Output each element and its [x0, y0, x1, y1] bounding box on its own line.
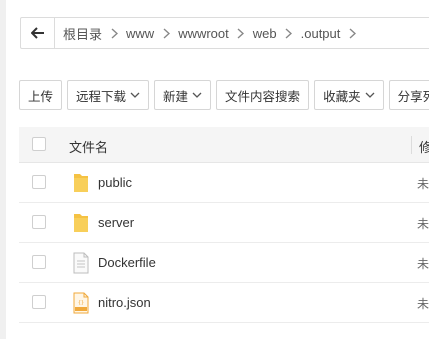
svg-text:{}: {}	[78, 300, 84, 306]
folder-icon	[74, 214, 88, 232]
breadcrumb-item-output[interactable]: .output	[301, 26, 341, 41]
breadcrumb-item-www[interactable]: www	[126, 26, 154, 41]
share-list-button[interactable]: 分享列	[388, 80, 429, 110]
breadcrumb-item-wwwroot[interactable]: wwwroot	[178, 26, 229, 41]
upload-button[interactable]: 上传	[19, 80, 63, 110]
chevron-right-icon	[277, 27, 301, 39]
file-icon	[73, 252, 89, 274]
breadcrumb-item-root[interactable]: 根目录	[63, 24, 102, 43]
favorites-button[interactable]: 收藏夹	[314, 80, 384, 110]
row-checkbox[interactable]	[32, 215, 46, 229]
column-divider	[411, 136, 412, 154]
breadcrumb: 根目录 www wwwroot web .output	[20, 17, 429, 49]
cell-cut: 未	[417, 217, 429, 231]
table-row[interactable]: public 未	[19, 163, 429, 203]
chevron-down-icon	[192, 92, 202, 98]
back-button[interactable]	[21, 18, 55, 48]
share-list-label: 分享列	[397, 89, 429, 104]
chevron-right-icon	[229, 27, 253, 39]
column-header-next[interactable]: 修	[419, 137, 429, 156]
content-search-button[interactable]: 文件内容搜索	[216, 80, 310, 110]
upload-button-label: 上传	[28, 89, 54, 104]
folder-icon	[74, 174, 88, 192]
arrow-left-icon	[30, 27, 44, 39]
cell-cut: 未	[417, 177, 429, 191]
json-file-icon: {}	[73, 292, 89, 314]
chevron-down-icon	[365, 92, 375, 98]
new-button-label: 新建	[163, 89, 189, 104]
table-header: 文件名 修	[19, 127, 429, 163]
table-row[interactable]: server 未	[19, 203, 429, 243]
chevron-down-icon	[130, 92, 140, 98]
chevron-right-icon	[154, 27, 178, 39]
file-name[interactable]: Dockerfile	[98, 255, 156, 270]
row-checkbox[interactable]	[32, 295, 46, 309]
chevron-right-icon	[102, 27, 126, 39]
new-button[interactable]: 新建	[154, 80, 212, 110]
row-checkbox[interactable]	[32, 255, 46, 269]
breadcrumb-item-web[interactable]: web	[253, 26, 277, 41]
cell-cut: 未	[417, 257, 429, 271]
table-row[interactable]: Dockerfile 未	[19, 243, 429, 283]
column-header-filename[interactable]: 文件名	[69, 137, 108, 156]
table-row[interactable]: {} nitro.json 未	[19, 283, 429, 323]
content-search-label: 文件内容搜索	[225, 89, 301, 104]
file-name[interactable]: server	[98, 215, 134, 230]
row-checkbox[interactable]	[32, 175, 46, 189]
remote-download-label: 远程下载	[76, 89, 127, 104]
remote-download-button[interactable]: 远程下载	[67, 80, 150, 110]
select-all-checkbox[interactable]	[32, 137, 46, 151]
chevron-right-icon	[340, 27, 364, 39]
file-name[interactable]: nitro.json	[98, 295, 151, 310]
toolbar: 上传 远程下载 新建 文件内容搜索 收藏夹 分享列	[19, 80, 429, 112]
favorites-label: 收藏夹	[323, 89, 361, 104]
file-name[interactable]: public	[98, 175, 132, 190]
cell-cut: 未	[417, 297, 429, 311]
